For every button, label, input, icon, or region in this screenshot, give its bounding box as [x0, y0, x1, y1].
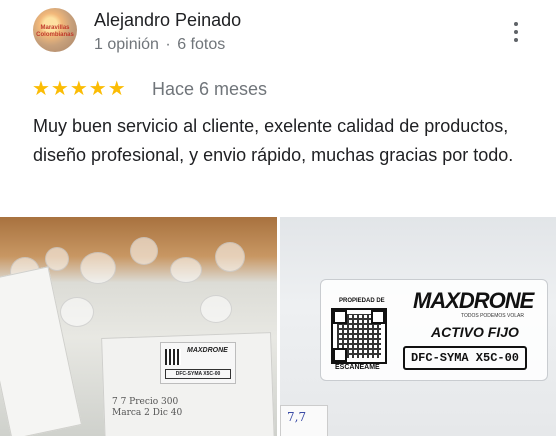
- review-photo-1[interactable]: MAXDRONE DFC-SYMA X5C-00 7 7 Precio 300 …: [0, 217, 277, 436]
- asset-title: ACTIVO FIJO: [431, 324, 519, 340]
- rating-row: ★★★★★ Hace 6 meses: [32, 77, 432, 101]
- qr-code-icon: [165, 349, 181, 365]
- brand-tagline: TODOS PODEMOS VOLAR: [461, 313, 524, 319]
- review-header: Maravillas Colombianas Alejandro Peinado…: [0, 0, 556, 64]
- handwritten-tag: 7,7: [280, 405, 328, 436]
- author-avatar[interactable]: Maravillas Colombianas: [33, 8, 77, 52]
- review-photo-2[interactable]: PROPIEDAD DE ESCANEAME MAXDRONE TODOS PO…: [280, 217, 556, 436]
- author-photos-count: 6 fotos: [177, 36, 226, 53]
- author-reviews-count: 1 opinión: [94, 36, 159, 53]
- brand-logo: MAXDRONE: [413, 288, 534, 313]
- handwritten-tag-text: 7,7: [287, 410, 307, 424]
- review-time: Hace 6 meses: [152, 79, 268, 99]
- brand-logo-small: MAXDRONE: [187, 347, 228, 354]
- more-options-button[interactable]: [509, 20, 523, 44]
- author-meta: 1 opinión · 6 fotos: [94, 36, 225, 54]
- qr-code-icon: [331, 308, 387, 364]
- star-rating: ★★★★★: [32, 78, 127, 100]
- handwritten-note: 7 7 Precio 300 Marca 2 Dic 40: [112, 397, 183, 418]
- scan-label: ESCANEAME: [335, 364, 380, 371]
- meta-separator: ·: [165, 36, 171, 53]
- asset-code: DFC-SYMA X5C-00: [403, 346, 527, 370]
- review-text: Muy buen servicio al cliente, exelente c…: [33, 116, 514, 165]
- property-label: PROPIEDAD DE: [339, 298, 385, 304]
- asset-label-small: MAXDRONE DFC-SYMA X5C-00: [160, 342, 236, 384]
- review-photos: MAXDRONE DFC-SYMA X5C-00 7 7 Precio 300 …: [0, 217, 556, 436]
- author-name[interactable]: Alejandro Peinado: [94, 10, 241, 31]
- asset-label: PROPIEDAD DE ESCANEAME MAXDRONE TODOS PO…: [320, 279, 548, 381]
- shipping-sheet: [0, 266, 83, 436]
- asset-code-small: DFC-SYMA X5C-00: [165, 369, 231, 379]
- avatar-logo-text: Maravillas Colombianas: [36, 25, 74, 38]
